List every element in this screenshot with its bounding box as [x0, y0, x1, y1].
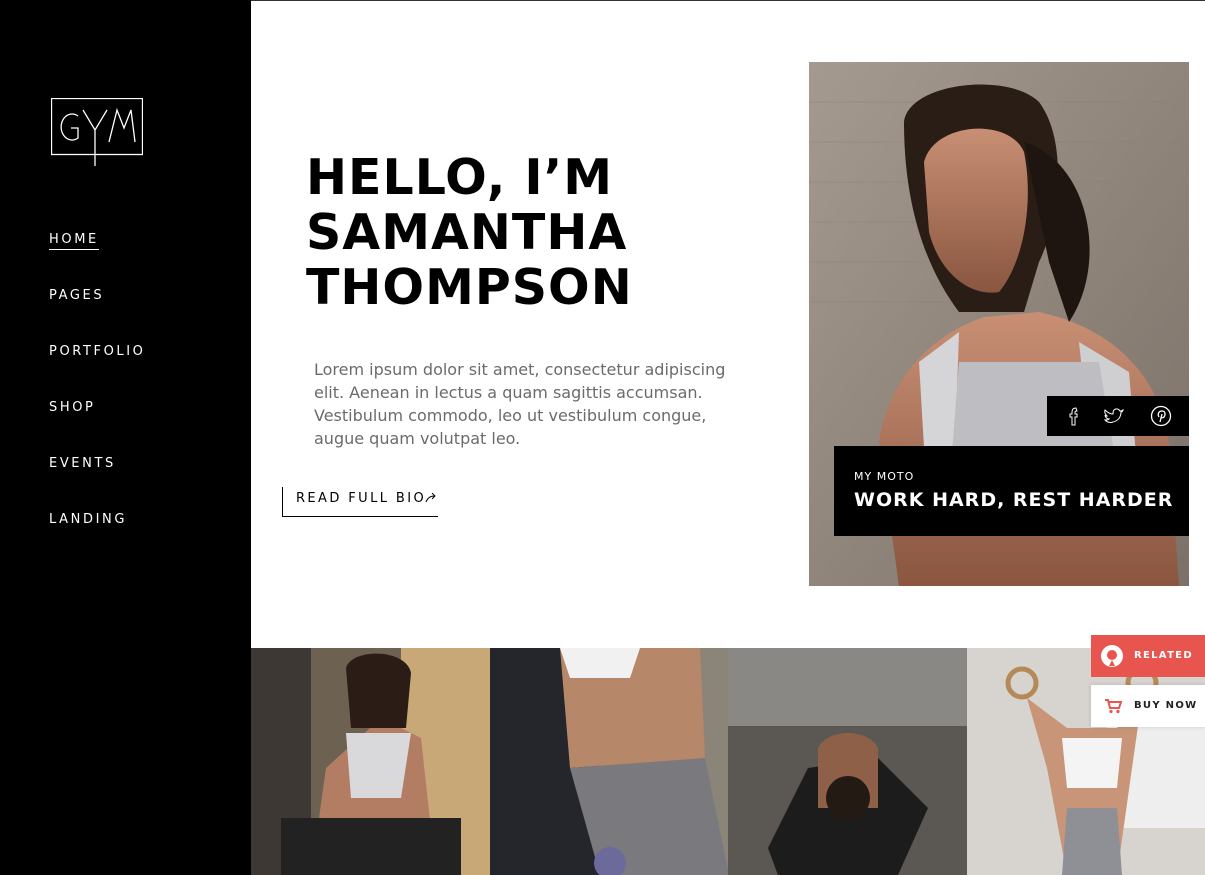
hero-description: Lorem ipsum dolor sit amet, consectetur … [314, 360, 726, 448]
nav-item-landing: LANDING [49, 510, 146, 566]
related-icon [1100, 644, 1124, 668]
hero-title-line: THOMPSON [306, 259, 633, 316]
facebook-icon[interactable] [1063, 405, 1085, 427]
cart-icon [1104, 698, 1123, 714]
gallery-tile-gym-rower[interactable] [251, 648, 490, 875]
related-button[interactable]: RELATED [1091, 635, 1205, 677]
photo-gallery [251, 648, 1205, 875]
nav-link-portfolio[interactable]: PORTFOLIO [49, 344, 146, 361]
nav-item-pages: PAGES [49, 286, 146, 342]
nav-link-landing[interactable]: LANDING [49, 512, 127, 529]
nav-link-home[interactable]: HOME [49, 232, 99, 250]
nav-item-shop: SHOP [49, 398, 146, 454]
hero-title-line: SAMANTHA [306, 204, 628, 261]
main-nav: HOME PAGES PORTFOLIO SHOP EVENTS LANDING [49, 230, 146, 566]
pinterest-icon[interactable] [1150, 405, 1172, 427]
nav-link-shop[interactable]: SHOP [49, 400, 96, 417]
hero-title: HELLO, I’M SAMANTHA THOMPSON [306, 150, 633, 315]
gallery-tile-abs-floor[interactable] [489, 648, 728, 875]
twitter-icon[interactable] [1103, 405, 1125, 427]
related-label: RELATED [1134, 650, 1193, 661]
nav-item-events: EVENTS [49, 454, 146, 510]
hero-title-line: HELLO, I’M [306, 149, 614, 206]
nav-link-pages[interactable]: PAGES [49, 288, 104, 305]
nav-link-events[interactable]: EVENTS [49, 456, 116, 473]
nav-item-home: HOME [49, 230, 146, 286]
buy-now-label: BUY NOW [1134, 700, 1198, 711]
gallery-tile-crunch-mat[interactable] [728, 648, 967, 875]
buy-now-button[interactable]: BUY NOW [1091, 685, 1205, 727]
top-border [251, 0, 1205, 1]
gallery-tile-gym-rings[interactable] [966, 648, 1205, 875]
sidebar: HOME PAGES PORTFOLIO SHOP EVENTS LANDING [0, 0, 251, 875]
read-full-bio-button[interactable]: READ FULL BIO [282, 487, 438, 517]
moto-text: WORK HARD, REST HARDER [854, 489, 1174, 511]
social-bar [1047, 396, 1189, 436]
nav-item-portfolio: PORTFOLIO [49, 342, 146, 398]
logo[interactable] [50, 97, 144, 166]
share-arrow-icon [425, 491, 437, 503]
read-full-bio-label: READ FULL BIO [296, 491, 427, 506]
moto-label: MY MOTO [854, 470, 915, 483]
moto-card: MY MOTO WORK HARD, REST HARDER [834, 446, 1189, 536]
